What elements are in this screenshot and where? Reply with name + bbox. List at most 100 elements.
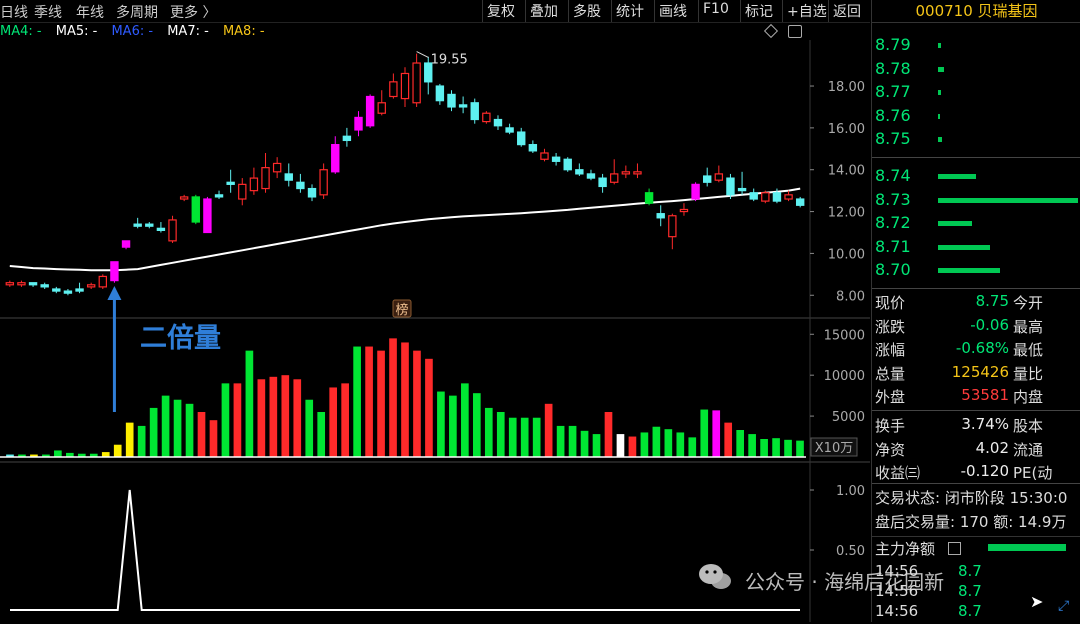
volume-bar (760, 439, 768, 457)
price-tick-label: 16.00 (828, 122, 865, 137)
quote-right-label: PE(动 (1013, 464, 1053, 483)
trade-status: 交易状态: 闭市阶段 15:30:0 (875, 489, 1068, 507)
quote-value: -0.120 (960, 462, 1009, 481)
volume-bar (556, 425, 565, 457)
quote-label: 涨跌 (875, 317, 906, 336)
volume-bar (377, 350, 385, 457)
quote-label: 换手 (875, 417, 906, 435)
candle (772, 192, 782, 202)
main-flow-row: 主力净额 (872, 538, 1080, 560)
candle (110, 261, 119, 282)
price-tick-label: 18.00 (828, 80, 865, 95)
candle (75, 288, 84, 292)
signal-line (10, 489, 800, 611)
volume-bar (209, 420, 218, 457)
order-volume-bar (938, 268, 1000, 273)
volume-bar (389, 338, 397, 457)
candle (470, 102, 479, 121)
candle (482, 112, 491, 123)
candle (702, 175, 712, 183)
candle (226, 181, 235, 185)
annotation-arrowhead (107, 286, 122, 300)
bid-row: 8.70 (872, 260, 1080, 282)
candle (319, 169, 328, 196)
candle (737, 187, 747, 192)
list-icon[interactable] (948, 542, 961, 555)
high-price-label: 19.55 (431, 53, 468, 68)
volume-unit-label: X10万 (815, 441, 853, 456)
candle (98, 275, 108, 288)
signal-tick-label: 1.00 (836, 484, 865, 499)
candle (575, 169, 584, 175)
double-volume-annotation: 二倍量 (140, 323, 221, 354)
resize-icon[interactable]: ⤢ (1058, 598, 1069, 614)
candle (17, 282, 26, 286)
price-tick-label: 10.00 (828, 247, 865, 262)
candle (633, 171, 642, 175)
bid-row: 8.72 (872, 213, 1080, 235)
ask-row: 8.76 (872, 106, 1080, 128)
quote-row: 涨幅 -0.68% 最低 (872, 339, 1080, 361)
tick-price: 8.7 (958, 582, 982, 600)
candle (52, 288, 61, 292)
wechat-icon (699, 564, 731, 589)
volume-bar (257, 379, 266, 457)
cursor-icon: ➤ (1030, 592, 1044, 611)
quote-right-label: 今开 (1013, 294, 1044, 312)
candle (540, 152, 549, 160)
candle (412, 62, 421, 104)
order-price: 8.71 (875, 236, 911, 256)
candle (400, 72, 410, 100)
order-price: 8.70 (875, 260, 911, 279)
volume-tick-label: 5000 (832, 410, 865, 425)
candle (621, 171, 631, 175)
ma-line (9, 187, 801, 272)
volume-bar (568, 425, 577, 457)
order-price: 8.78 (875, 58, 911, 78)
candle (272, 162, 282, 173)
candle (749, 192, 758, 200)
order-price: 8.74 (875, 166, 911, 185)
volume-bar (544, 403, 553, 457)
candle (493, 118, 503, 127)
volume-bar (353, 346, 361, 457)
volume-bar (161, 395, 170, 457)
volume-bar (796, 440, 804, 457)
quote-label: 总量 (875, 364, 906, 383)
volume-bar (496, 412, 505, 457)
quote-label: 净资 (875, 440, 906, 459)
quote-value: 8.75 (975, 292, 1009, 310)
candle (331, 144, 340, 173)
order-volume-bar (938, 90, 941, 95)
candle (28, 282, 38, 286)
order-volume-bar (938, 174, 976, 179)
volume-bar (293, 379, 302, 457)
quote-value: -0.06 (970, 315, 1009, 334)
volume-bar (472, 393, 481, 457)
tick-time: 14:56 (875, 602, 919, 620)
candle (458, 104, 468, 108)
candle (505, 127, 514, 133)
kline-chart[interactable]: 8.00 10.00 12.00 14.00 16.00 18.00 19.55 榜 5000 1… (0, 0, 870, 622)
candle (528, 144, 538, 152)
volume-bar (125, 422, 134, 457)
volume-bar (724, 422, 733, 457)
volume-tick-label: 10000 (824, 369, 865, 384)
candle (156, 227, 166, 232)
stock-title: 000710 贝瑞基因 (872, 0, 1080, 23)
volume-bar (113, 444, 122, 457)
quote-right-label: 流通 (1013, 440, 1044, 459)
rank-badge-label: 榜 (395, 302, 408, 318)
order-volume-bar (938, 137, 942, 142)
candle (238, 183, 247, 200)
candle (679, 208, 689, 213)
candle (784, 194, 793, 200)
volume-bar (149, 407, 158, 457)
price-tick-label: 12.00 (828, 206, 865, 221)
candle (63, 290, 73, 294)
main-flow-bar (988, 544, 1066, 551)
quote-right-label: 内盘 (1013, 388, 1044, 407)
candle (435, 85, 445, 102)
volume-bar (748, 434, 756, 457)
order-volume-bar (938, 197, 1078, 203)
